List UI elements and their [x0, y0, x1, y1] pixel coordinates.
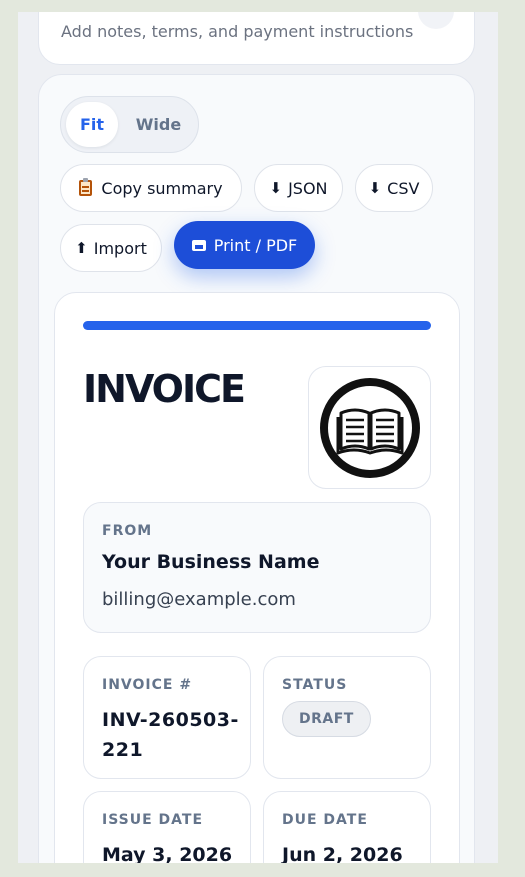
download-arrow-icon: ⬇: [368, 179, 382, 197]
status-badge: DRAFT: [282, 701, 371, 737]
import-button[interactable]: ⬆ Import: [60, 224, 162, 272]
copy-summary-button[interactable]: Copy summary: [60, 164, 242, 212]
status-label: STATUS: [282, 677, 348, 693]
export-csv-label: CSV: [387, 178, 420, 198]
business-name: Your Business Name: [102, 551, 320, 573]
invoice-accent-bar: [83, 321, 431, 330]
export-json-label: JSON: [288, 178, 328, 198]
due-date-value: Jun 2, 2026: [282, 844, 403, 863]
print-pdf-button[interactable]: Print / PDF: [174, 221, 315, 269]
open-book-icon: [319, 377, 420, 478]
issue-date-label: ISSUE DATE: [102, 812, 204, 828]
issue-date-value: May 3, 2026: [102, 844, 233, 863]
from-section: FROM Your Business Name billing@example.…: [83, 502, 431, 633]
import-label: Import: [93, 238, 147, 258]
view-mode-toggle: Fit Wide: [60, 96, 199, 153]
invoice-title: INVOICE: [83, 367, 246, 411]
printer-icon: [191, 239, 206, 251]
print-pdf-label: Print / PDF: [213, 235, 298, 255]
download-arrow-icon: ⬇: [269, 179, 283, 197]
invoice-number-card: INVOICE # INV-260503-221: [83, 656, 251, 779]
invoice-preview-panel: Fit Wide Copy summary ⬇ JSON ⬇ CSV ⬆ Imp…: [38, 74, 475, 863]
from-label: FROM: [102, 523, 153, 539]
invoice-number-label: INVOICE #: [102, 677, 193, 693]
upload-arrow-icon: ⬆: [75, 239, 88, 257]
notes-card: Add notes, terms, and payment instructio…: [38, 12, 475, 65]
due-date-card: DUE DATE Jun 2, 2026: [263, 791, 431, 863]
invoice-number-value: INV-260503-221: [102, 709, 239, 761]
export-csv-button[interactable]: ⬇ CSV: [355, 164, 433, 212]
issue-date-card: ISSUE DATE May 3, 2026: [83, 791, 251, 863]
business-email: billing@example.com: [102, 589, 296, 610]
app-viewport: Add notes, terms, and payment instructio…: [18, 12, 498, 863]
status-card: STATUS DRAFT: [263, 656, 431, 779]
notes-placeholder[interactable]: Add notes, terms, and payment instructio…: [61, 22, 413, 41]
business-logo[interactable]: [308, 366, 431, 489]
notes-action-button[interactable]: [418, 12, 454, 29]
fit-view-button[interactable]: Fit: [66, 102, 118, 147]
export-json-button[interactable]: ⬇ JSON: [254, 164, 343, 212]
wide-view-button[interactable]: Wide: [123, 102, 194, 147]
due-date-label: DUE DATE: [282, 812, 368, 828]
clipboard-icon: [79, 178, 93, 196]
copy-summary-label: Copy summary: [101, 178, 223, 198]
invoice-document: INVOICE FROM Your Business Name billing@…: [54, 292, 460, 863]
